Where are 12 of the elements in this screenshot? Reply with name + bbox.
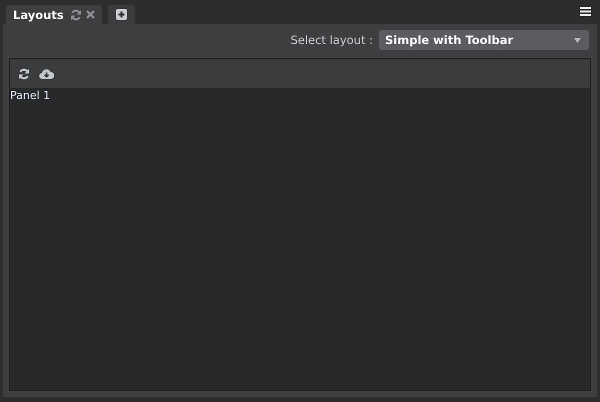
layout-dropdown[interactable]: Simple with Toolbar <box>379 30 589 50</box>
menu-icon[interactable] <box>580 7 591 16</box>
tab[interactable]: Layouts <box>6 5 102 24</box>
close-icon[interactable] <box>86 10 95 19</box>
select-layout-label: Select layout : <box>290 33 373 47</box>
plus-icon <box>116 9 127 20</box>
add-tab-button[interactable] <box>108 5 135 24</box>
caret-icon <box>574 38 581 42</box>
panel-title: Panel 1 <box>10 89 50 102</box>
refresh-icon[interactable] <box>70 8 82 20</box>
refresh-icon[interactable] <box>18 68 30 80</box>
cloud-download-icon[interactable] <box>39 68 54 80</box>
